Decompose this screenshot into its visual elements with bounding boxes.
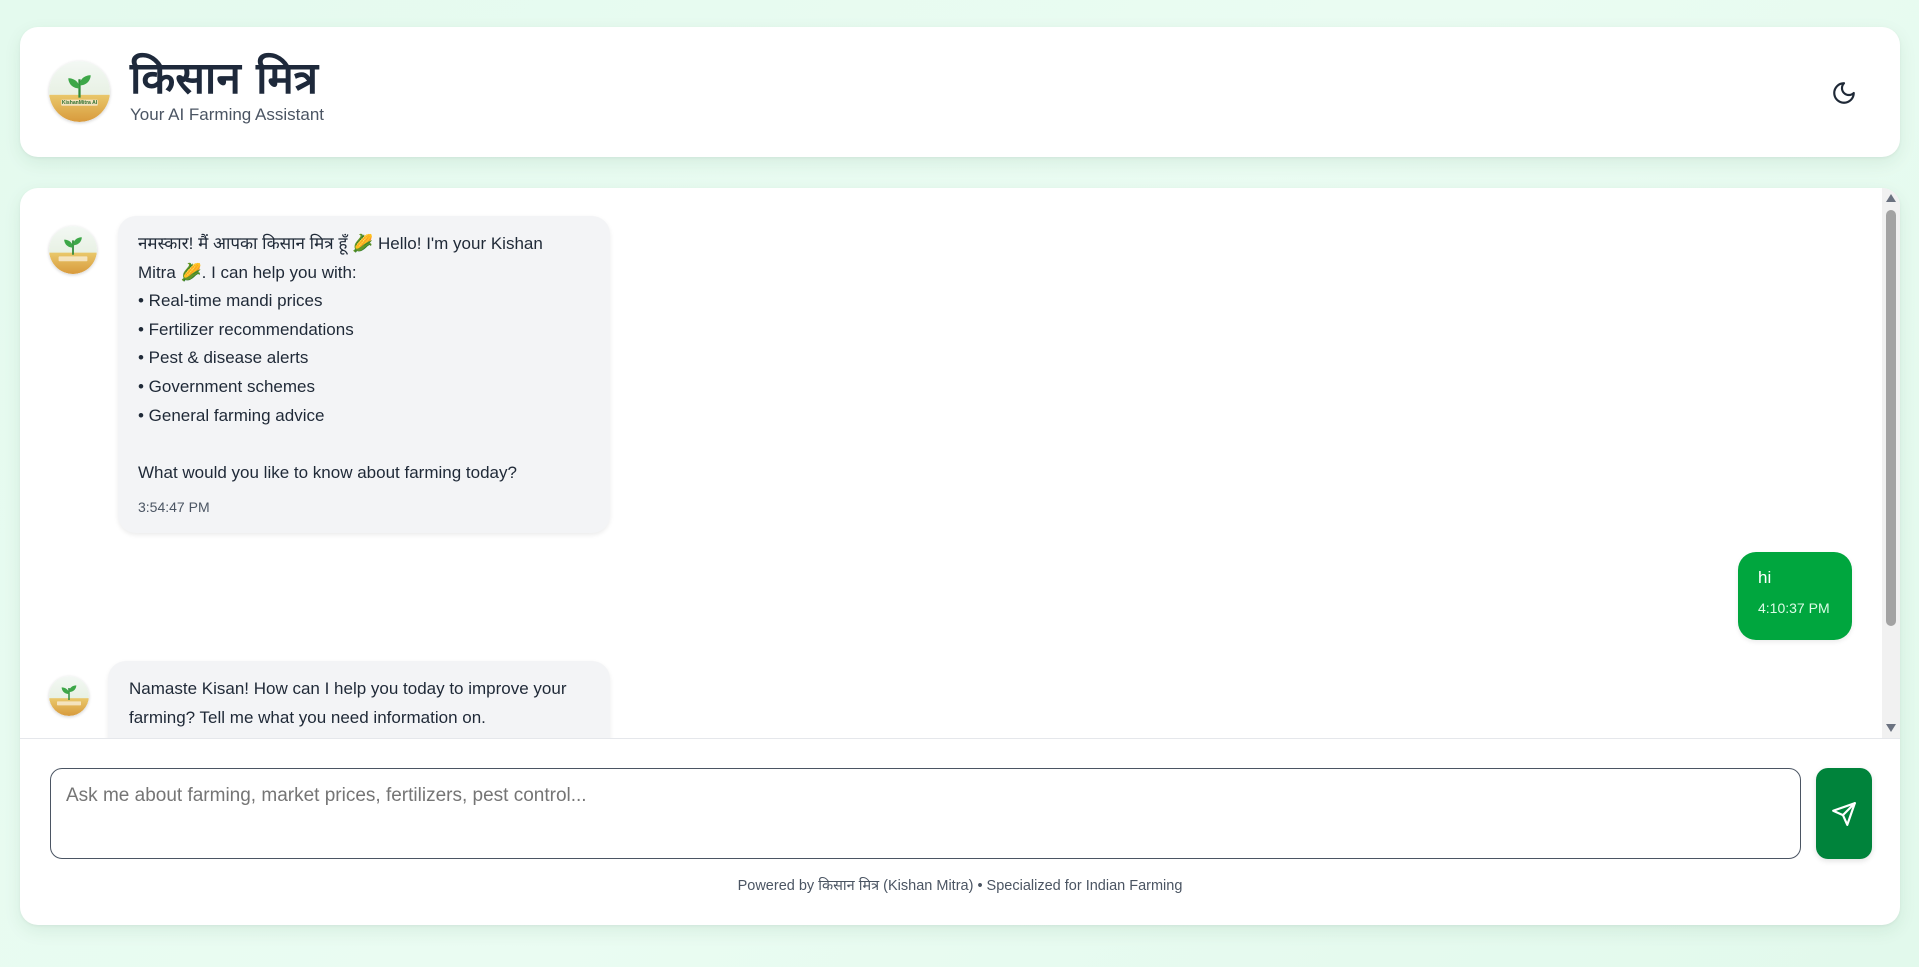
message-line: नमस्कार! मैं आपका किसान मित्र हूँ 🌽 Hell…: [138, 234, 543, 253]
message-line: • Pest & disease alerts: [138, 348, 309, 368]
chat-panel: नमस्कार! मैं आपका किसान मित्र हूँ 🌽 Hell…: [20, 188, 1900, 925]
message-input[interactable]: [50, 768, 1801, 859]
kishan-mitra-logo: KishanMitra AI: [49, 61, 110, 122]
message-line: Namaste Kisan! How can I help you today …: [129, 679, 567, 698]
message-line: • General farming advice: [138, 405, 325, 425]
message-timestamp: 4:10:37 PM: [1758, 600, 1830, 616]
theme-toggle-button[interactable]: [1824, 73, 1864, 113]
bot-avatar: [49, 226, 97, 274]
message-line: • Government schemes: [138, 376, 315, 396]
message-timestamp: 3:54:47 PM: [138, 499, 210, 516]
bot-message-reply: Namaste Kisan! How can I help you today …: [108, 661, 610, 738]
scroll-thumb[interactable]: [1886, 210, 1896, 626]
message-line: • Fertilizer recommendations: [138, 319, 354, 339]
message-line: • Real-time mandi prices: [138, 291, 323, 311]
logo-lettering: KishanMitra AI: [62, 100, 98, 106]
moon-icon: [1833, 82, 1855, 104]
page-subtitle: Your AI Farming Assistant: [130, 105, 325, 124]
message-line: What would you like to know about farmin…: [138, 462, 517, 482]
message-line: farming? Tell me what you need informati…: [129, 707, 486, 727]
send-icon: [1832, 801, 1856, 826]
page-title: किसान मित्र: [130, 53, 319, 104]
user-message-text: hi: [1758, 568, 1772, 587]
scroll-down-arrow-icon[interactable]: [1886, 724, 1896, 732]
message-list[interactable]: नमस्कार! मैं आपका किसान मित्र हूँ 🌽 Hell…: [20, 188, 1900, 738]
scroll-up-arrow-icon[interactable]: [1886, 194, 1896, 202]
user-message: hi 4:10:37 PM: [1738, 552, 1852, 640]
bot-avatar: [49, 676, 89, 716]
footer-note: Powered by किसान मित्र (Kishan Mitra) • …: [737, 878, 1183, 894]
bot-message-welcome: नमस्कार! मैं आपका किसान मित्र हूँ 🌽 Hell…: [118, 216, 610, 533]
app-header: KishanMitra AI किसान मित्र Your AI Farmi…: [20, 27, 1900, 157]
message-line: Mitra 🌽. I can help you with:: [138, 262, 357, 282]
composer-divider: [20, 738, 1900, 739]
send-button[interactable]: [1816, 768, 1872, 859]
message-scrollbar[interactable]: [1882, 188, 1900, 738]
